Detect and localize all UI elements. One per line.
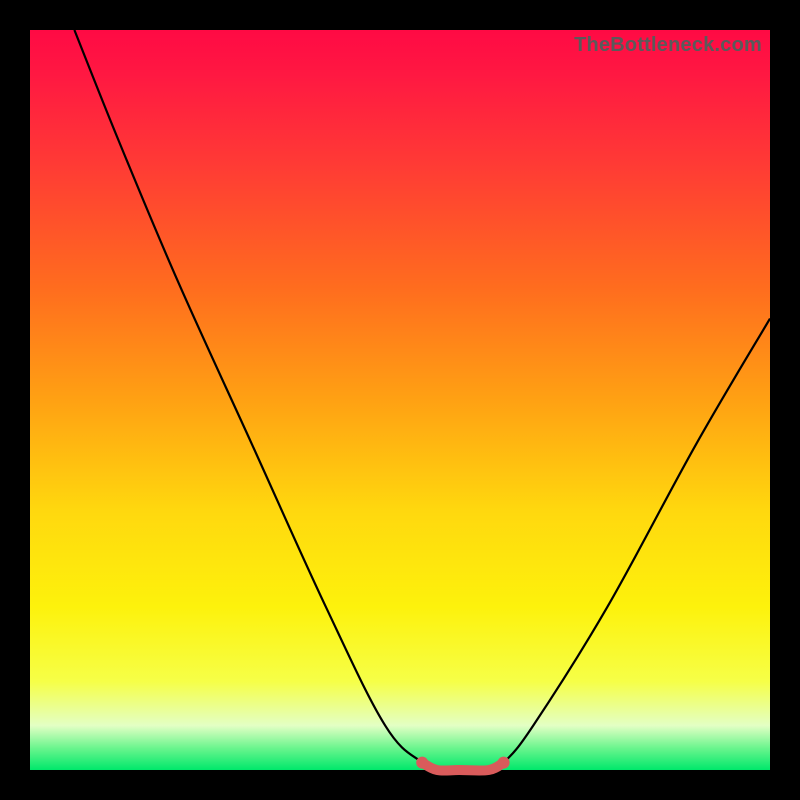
curve-svg xyxy=(30,30,770,770)
chart-frame: TheBottleneck.com xyxy=(0,0,800,800)
plot-area: TheBottleneck.com xyxy=(30,30,770,770)
flat-bottom-start-dot xyxy=(416,757,428,769)
bottleneck-curve-path xyxy=(74,30,770,771)
flat-bottom-highlight-path xyxy=(422,763,503,771)
flat-bottom-end-dot xyxy=(498,757,510,769)
